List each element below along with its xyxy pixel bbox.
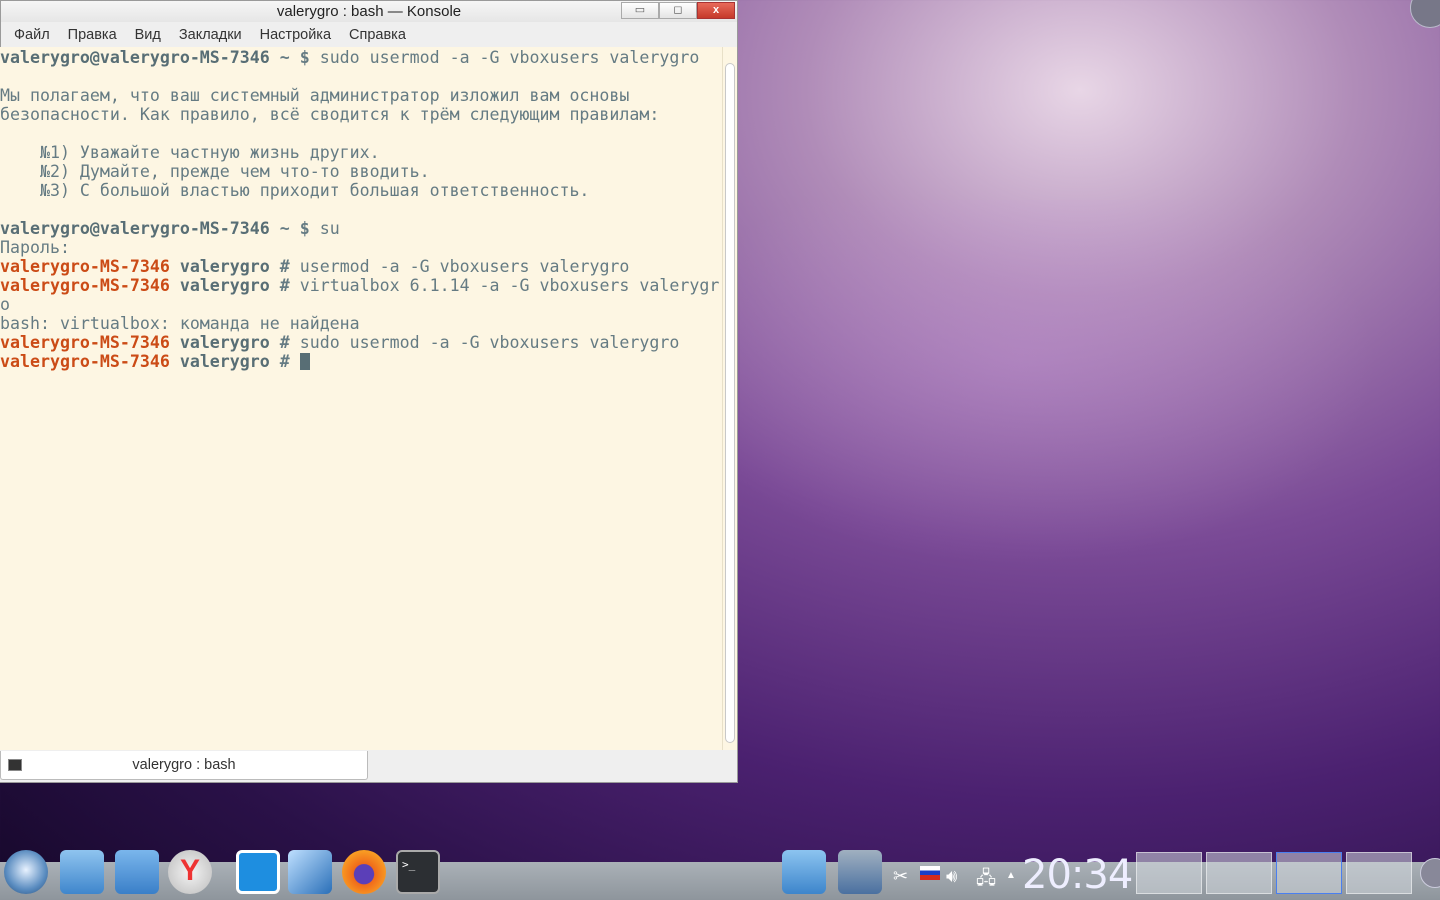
scissors-clipboard-icon[interactable]: ✂ — [893, 866, 908, 887]
desktop-1[interactable] — [1136, 852, 1202, 894]
tab-bar: valerygro : bash — [0, 750, 737, 782]
downloads-folder-icon[interactable] — [782, 850, 826, 894]
terminal-output[interactable]: valerygro@valerygro-MS-7346 ~ $ sudo use… — [0, 47, 722, 750]
terminal-line: №2) Думайте, прежде чем что-то вводить. — [0, 162, 430, 181]
terminal-icon — [8, 759, 22, 771]
clock[interactable]: 20:34 — [1022, 852, 1133, 898]
scrollbar-thumb[interactable] — [725, 63, 735, 743]
desktop-toolbox-icon[interactable] — [1410, 0, 1440, 28]
tray-expand-icon[interactable]: ▲ — [1006, 870, 1016, 881]
terminal-line: №3) С большой властью приходит большая о… — [0, 181, 590, 200]
system-settings-icon[interactable] — [838, 850, 882, 894]
minimize-button[interactable]: ▭ — [621, 2, 659, 19]
menu-file[interactable]: Файл — [5, 27, 59, 43]
terminal-line: valerygro@valerygro-MS-7346 ~ $ su — [0, 219, 340, 238]
close-button[interactable]: x — [697, 2, 735, 19]
tab-bash[interactable]: valerygro : bash — [0, 751, 368, 780]
archiver-7zip-icon[interactable] — [288, 850, 332, 894]
terminal-line: valerygro@valerygro-MS-7346 ~ $ sudo use… — [0, 48, 700, 67]
terminal-line: valerygro-MS-7346 valerygro # usermod -a… — [0, 257, 630, 276]
terminal-line: №1) Уважайте частную жизнь других. — [0, 143, 380, 162]
wallpaper-highlight — [740, 200, 1440, 600]
terminal-line: valerygro-MS-7346 valerygro # virtualbox… — [0, 276, 720, 295]
terminal-line: valerygro-MS-7346 valerygro # sudo userm… — [0, 333, 680, 352]
terminal-line: o — [0, 295, 10, 314]
title-bar[interactable]: valerygro : bash — Konsole ▭ ◻ x — [1, 1, 737, 22]
desktop-4[interactable] — [1346, 852, 1412, 894]
yandex-browser-icon[interactable]: Y — [168, 850, 212, 894]
text-editor-icon[interactable] — [115, 850, 159, 894]
terminal-line: безопасности. Как правило, всё сводится … — [0, 105, 660, 124]
terminal-line: Мы полагаем, что ваш системный администр… — [0, 86, 630, 105]
firefox-icon[interactable] — [342, 850, 386, 894]
menu-help[interactable]: Справка — [340, 27, 415, 43]
tab-label: valerygro : bash — [132, 757, 236, 773]
menu-settings[interactable]: Настройка — [251, 27, 340, 43]
menu-edit[interactable]: Правка — [59, 27, 126, 43]
volume-icon[interactable]: 🔊︎ — [946, 866, 957, 887]
window-title: valerygro : bash — Konsole — [276, 3, 462, 20]
app-launcher-icon[interactable] — [4, 850, 48, 894]
scrollbar[interactable] — [722, 47, 737, 750]
menu-bookmarks[interactable]: Закладки — [170, 27, 251, 43]
desktop-3-active[interactable] — [1276, 852, 1342, 894]
terminal-line: Пароль: — [0, 238, 70, 257]
menu-view[interactable]: Вид — [126, 27, 170, 43]
menu-bar: Файл Правка Вид Закладки Настройка Справ… — [1, 22, 737, 47]
file-manager-icon[interactable] — [60, 850, 104, 894]
maximize-button[interactable]: ◻ — [659, 2, 697, 19]
terminal-line: valerygro-MS-7346 valerygro # — [0, 352, 722, 371]
network-icon[interactable]: 🖧 — [976, 866, 996, 896]
konsole-icon[interactable]: >_ — [396, 850, 440, 894]
text-cursor — [299, 353, 310, 370]
terminal-line: bash: virtualbox: команда не найдена — [0, 314, 360, 333]
system-monitor-icon[interactable] — [236, 850, 280, 894]
desktop-2[interactable] — [1206, 852, 1272, 894]
keyboard-layout-flag-icon[interactable] — [920, 866, 940, 880]
